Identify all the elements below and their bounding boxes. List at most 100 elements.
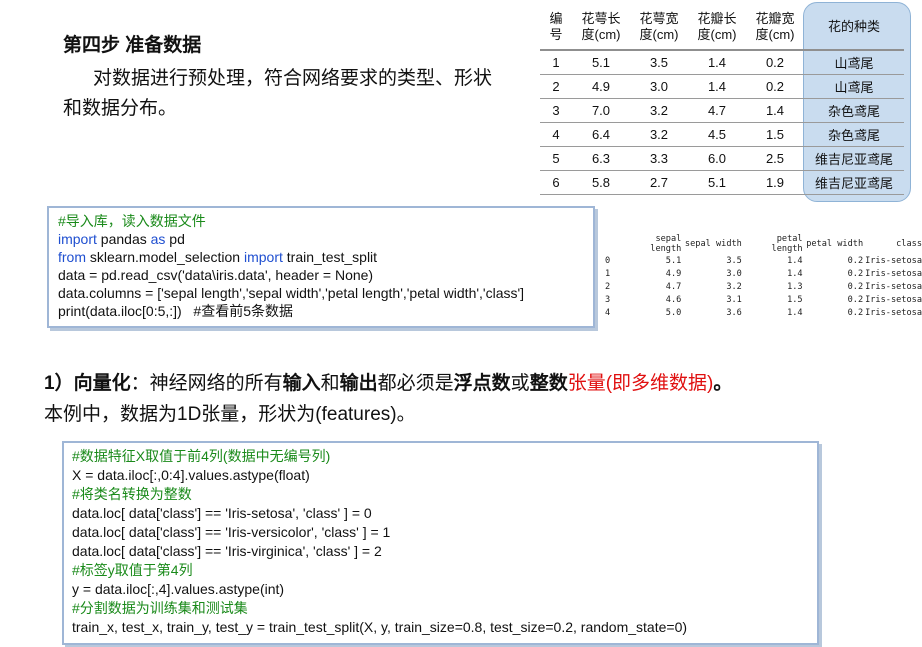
table-cell: 3.2 bbox=[630, 98, 688, 123]
table-header-text: 花瓣长 bbox=[697, 11, 737, 26]
table-cell: 3.0 bbox=[630, 74, 688, 99]
vectorization-text: 和 bbox=[320, 373, 340, 394]
dataframe-cell: 3.1 bbox=[726, 294, 742, 305]
table-cell: 5.1 bbox=[572, 50, 630, 75]
table-cell: 2 bbox=[540, 74, 572, 99]
table-cell: 山鸢尾 bbox=[804, 50, 904, 75]
dataframe-cell: 2 bbox=[605, 281, 611, 292]
dataframe-row: 1 4.9 3.0 1.4 0.2 Iris-setosa bbox=[605, 267, 922, 280]
dataframe-cell: Iris-setosa bbox=[865, 268, 922, 279]
table-cell: 6.0 bbox=[688, 146, 746, 171]
code-text: data.loc[ data['class'] == 'Iris-setosa'… bbox=[72, 505, 372, 521]
vectorization-text: 整数 bbox=[529, 373, 568, 394]
table-header-cell: 编号 bbox=[540, 5, 572, 51]
dataframe-cell: 4.9 bbox=[665, 268, 682, 279]
table-cell: 3 bbox=[540, 98, 572, 123]
code-text: X = data.iloc[:,0:4].values.astype(float… bbox=[72, 467, 310, 483]
vectorization-text: 都必须是 bbox=[377, 373, 454, 394]
table-cell: 杂色鸢尾 bbox=[804, 122, 904, 147]
table-cell: 4.5 bbox=[688, 122, 746, 147]
table-header-text: 花的种类 bbox=[827, 19, 880, 34]
dataframe-cell: 0.2 bbox=[847, 255, 864, 266]
dataframe-cell: 1.4 bbox=[787, 268, 803, 279]
dataframe-cell: 0 bbox=[605, 255, 611, 266]
table-row: 3 7.0 3.2 4.7 1.4 杂色鸢尾 bbox=[540, 98, 904, 123]
dataframe-cell: 0.2 bbox=[847, 281, 864, 292]
dataframe-cell: 0.2 bbox=[847, 268, 864, 279]
table-header-text: 编 bbox=[549, 11, 563, 26]
dataframe-cell: 0.2 bbox=[847, 307, 864, 318]
dataframe-cell: 1 bbox=[605, 268, 611, 279]
code-text: data.loc[ data['class'] == 'Iris-virgini… bbox=[72, 543, 382, 559]
dataframe-cell: 5.0 bbox=[665, 307, 682, 318]
table-row: 1 5.1 3.5 1.4 0.2 山鸢尾 bbox=[540, 50, 904, 75]
code-line: data.loc[ data['class'] == 'Iris-virgini… bbox=[72, 542, 809, 561]
code-line: train_x, test_x, train_y, test_y = train… bbox=[72, 618, 809, 637]
vectorization-text: 或 bbox=[510, 373, 530, 394]
table-header-text: 花瓣宽 bbox=[755, 11, 795, 26]
table-cell: 4.7 bbox=[688, 98, 746, 123]
table-cell: 3.2 bbox=[630, 122, 688, 147]
code-block-preprocess: #数据特征X取值于前4列(数据中无编号列) X = data.iloc[:,0:4… bbox=[62, 441, 819, 645]
code-text: print(data.iloc[0:5,:]) bbox=[58, 303, 194, 319]
table-header-text: 花萼长 bbox=[581, 11, 621, 26]
vectorization-text: 输出 bbox=[339, 373, 378, 394]
dataframe-cell: 1.5 bbox=[787, 294, 803, 305]
code-block-load-data: #导入库，读入数据文件 import pandas as pd from sklea… bbox=[47, 206, 595, 328]
table-cell: 2.7 bbox=[630, 170, 688, 195]
table-cell: 1.9 bbox=[746, 170, 804, 195]
table-cell: 1.5 bbox=[746, 122, 804, 147]
code-line: from sklearn.model_selection import trai… bbox=[58, 248, 585, 266]
table-cell: 1.4 bbox=[688, 74, 746, 99]
table-cell: 0.2 bbox=[746, 50, 804, 75]
code-comment: #导入库，读入数据文件 bbox=[58, 213, 206, 229]
dataframe-row: 0 5.1 3.5 1.4 0.2 Iris-setosa bbox=[605, 254, 922, 267]
table-header-text: 度(cm) bbox=[755, 27, 795, 42]
table-cell: 山鸢尾 bbox=[804, 74, 904, 99]
dataframe-cell: 4.6 bbox=[665, 294, 682, 305]
dataframe-cell: 4.7 bbox=[665, 281, 682, 292]
code-line: data.loc[ data['class'] == 'Iris-versico… bbox=[72, 523, 809, 542]
table-header-text: 号 bbox=[549, 27, 563, 42]
dataframe-row: 4 5.0 3.6 1.4 0.2 Iris-setosa bbox=[605, 306, 922, 319]
code-line: import pandas as pd bbox=[58, 230, 585, 248]
code-text: #查看前5条数据 bbox=[193, 303, 293, 319]
dataframe-cell: Iris-setosa bbox=[865, 307, 922, 318]
dataframe-cell: 3.5 bbox=[726, 255, 742, 266]
code-line: #导入库，读入数据文件 bbox=[58, 212, 585, 230]
dataframe-cell: 1.3 bbox=[787, 281, 803, 292]
dataframe-cell: 5.1 bbox=[665, 255, 682, 266]
iris-data-table: 编号花萼长 度(cm) 花萼宽 度(cm) 花瓣长 度(cm) 花瓣宽 度(cm) 花的种类 1… bbox=[540, 5, 904, 195]
table-cell: 4 bbox=[540, 122, 572, 147]
code-line: X = data.iloc[:,0:4].values.astype(float… bbox=[72, 466, 809, 485]
table-header-row: 编号花萼长 度(cm) 花萼宽 度(cm) 花瓣长 度(cm) 花瓣宽 度(cm) 花的种类 bbox=[540, 5, 904, 51]
dataframe-cell: 1.4 bbox=[787, 255, 803, 266]
dataframe-column-header: sepal width bbox=[684, 239, 742, 249]
table-cell: 5 bbox=[540, 146, 572, 171]
code-line: data.columns = ['sepal length','sepal wi… bbox=[58, 284, 585, 302]
table-cell: 3.5 bbox=[630, 50, 688, 75]
dataframe-column-header: sepal length bbox=[650, 234, 682, 254]
table-header-cell: 花瓣宽 度(cm) bbox=[746, 5, 804, 51]
dataframe-cell: 3.0 bbox=[726, 268, 742, 279]
table-cell: 6 bbox=[540, 170, 572, 195]
code-text: train_test_split bbox=[282, 249, 378, 265]
dataframe-header-row: sepal length sepal width petal length petal… bbox=[605, 234, 922, 254]
code-line: #将类名转换为整数 bbox=[72, 485, 809, 504]
dataframe-cell: 3.6 bbox=[726, 307, 742, 318]
code-comment: #标签y取值于第4列 bbox=[72, 562, 193, 578]
dataframe-output: sepal length sepal width petal length petal… bbox=[605, 234, 922, 319]
code-comment: #将类名转换为整数 bbox=[72, 486, 192, 502]
code-text: sklearn.model_selection bbox=[86, 249, 244, 265]
dataframe-cell: 3 bbox=[605, 294, 611, 305]
table-cell: 7.0 bbox=[572, 98, 630, 123]
vectorization-text: 。 bbox=[713, 373, 733, 394]
code-text: pd bbox=[165, 231, 185, 247]
dataframe-column-header: petal length bbox=[771, 234, 803, 254]
code-comment: #数据特征X取值于前4列(数据中无编号列) bbox=[72, 448, 331, 464]
vectorization-line-2: 本例中，数据为1D张量，形状为(features)。 bbox=[44, 404, 416, 425]
dataframe-cell: 1.4 bbox=[787, 307, 803, 318]
code-keyword: from bbox=[58, 249, 86, 265]
vectorization-line-1: 1）向量化：神经网络的所有输入和输出都必须是浮点数或整数张量(即多维数据)。 bbox=[44, 368, 844, 399]
table-header-text: 花萼宽 bbox=[639, 11, 679, 26]
